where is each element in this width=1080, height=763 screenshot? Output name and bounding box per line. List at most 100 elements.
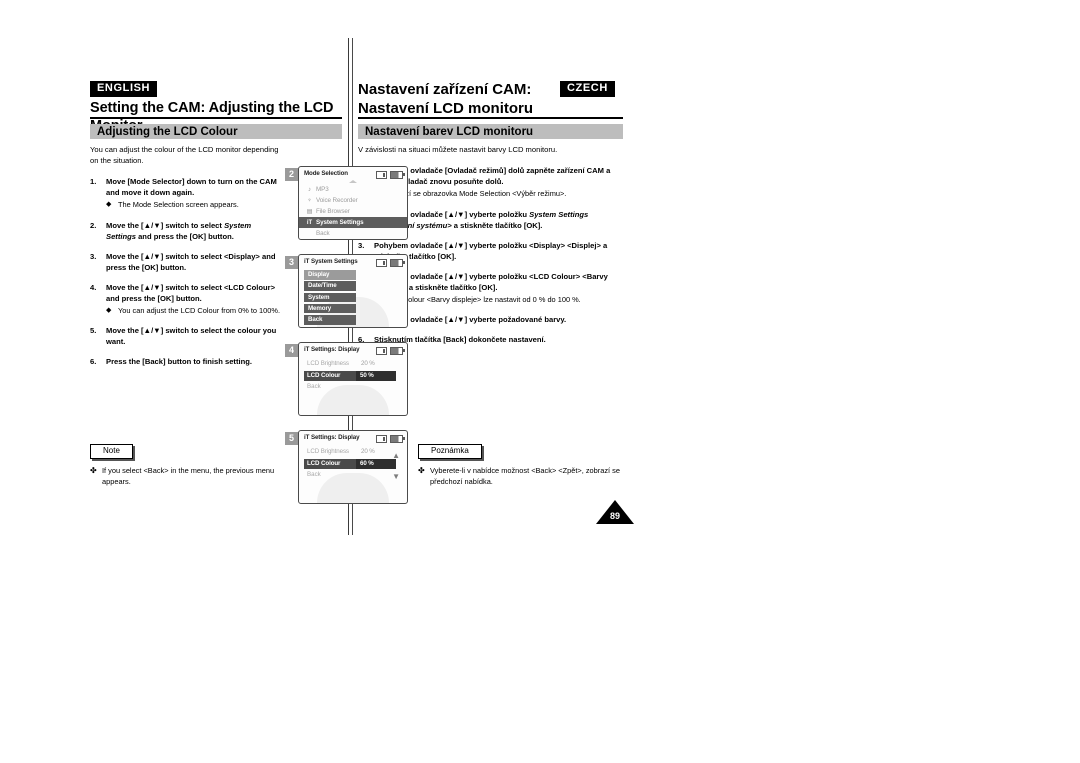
menu-item-label: System Settings bbox=[316, 219, 364, 226]
battery-icon bbox=[390, 434, 405, 443]
battery-icon bbox=[390, 258, 405, 267]
setting-value: 20 % bbox=[361, 447, 375, 455]
step-subnote: ◆ LCD Colour <Barvy displeje> lze nastav… bbox=[374, 295, 623, 306]
battery-icon bbox=[390, 170, 405, 179]
menu-item-memory[interactable]: Memory bbox=[304, 303, 356, 314]
language-badge-czech: CZECH bbox=[560, 81, 615, 97]
card-icon bbox=[376, 170, 387, 179]
decrease-arrow-icon[interactable]: ▼ bbox=[392, 470, 400, 483]
menu-item-file-browser[interactable]: ▤ File Browser bbox=[299, 206, 407, 217]
settings-rows: LCD Brightness 20 % LCD Colour 60 % Back bbox=[304, 446, 402, 478]
menu-item-label: MP3 bbox=[316, 186, 329, 193]
screen-index-2: 2 bbox=[285, 168, 298, 181]
connector-line bbox=[352, 240, 353, 254]
step-subnote-text: You can adjust the LCD Colour from 0% to… bbox=[118, 305, 281, 315]
card-icon bbox=[376, 434, 387, 443]
screen-title: iT Settings: Display bbox=[304, 346, 360, 353]
diamond-bullet-icon: ◆ bbox=[106, 306, 112, 314]
settings-icon: iT bbox=[304, 258, 310, 265]
step-item: 3. Move the [▲/▼] switch to select <Disp… bbox=[90, 251, 282, 273]
note-box-english: Note ✤ If you select <Back> in the menu,… bbox=[90, 440, 290, 487]
settings-rows: LCD Brightness 20 % LCD Colour 50 % Back bbox=[304, 358, 402, 390]
increase-arrow-icon[interactable]: ▲ bbox=[392, 449, 400, 462]
settings-icon: iT bbox=[306, 219, 313, 226]
setting-row-lcd-colour[interactable]: LCD Colour 60 % bbox=[304, 458, 402, 469]
setting-label: LCD Colour bbox=[304, 458, 356, 469]
screen-title: iT Settings: Display bbox=[304, 434, 360, 441]
music-note-icon: ♪ bbox=[308, 186, 311, 193]
menu-item-back[interactable]: Back bbox=[304, 471, 402, 478]
page-title-czech-line1: Nastavení zařízení CAM: bbox=[358, 81, 532, 98]
connector-line bbox=[352, 328, 353, 342]
device-screen-system-settings: iT System Settings Display Date/Time Sys… bbox=[298, 254, 408, 328]
step-item: 5. Move the [▲/▼] switch to select the c… bbox=[90, 325, 282, 347]
step-text: Move [Mode Selector] down to turn on the… bbox=[106, 177, 277, 197]
step-number: 6. bbox=[90, 357, 97, 367]
language-badge-english: ENGLISH bbox=[90, 81, 158, 97]
setting-row-lcd-brightness[interactable]: LCD Brightness 20 % bbox=[304, 358, 402, 369]
setting-row-lcd-colour[interactable]: LCD Colour 50 % bbox=[304, 370, 402, 381]
step-item: 4. Move the [▲/▼] switch to select <LCD … bbox=[90, 282, 282, 317]
note-label-czech: Poznámka bbox=[418, 444, 482, 459]
note-box-czech: Poznámka ✤ Vyberete-li v nabídce možnost… bbox=[418, 440, 623, 487]
menu-item-back[interactable]: Back bbox=[299, 228, 407, 239]
connector-line bbox=[352, 416, 353, 430]
menu-item-voice-recorder[interactable]: ♆ Voice Recorder bbox=[299, 195, 407, 206]
note-label-english: Note bbox=[90, 444, 133, 459]
screen-title-label: Settings: Display bbox=[310, 346, 360, 353]
connector-line bbox=[352, 504, 353, 535]
menu-item-label: Back bbox=[316, 230, 330, 237]
menu-item-system[interactable]: System bbox=[304, 292, 356, 303]
step-subnote-text: Zobrazí se obrazovka Mode Selection <Výb… bbox=[386, 189, 567, 198]
step-number: 3. bbox=[358, 240, 365, 250]
setting-value: 50 % bbox=[356, 370, 396, 381]
battery-icon bbox=[390, 346, 405, 355]
step-text-part1: Move the [ bbox=[106, 220, 144, 230]
section-heading-czech: Nastavení barev LCD monitoru bbox=[358, 124, 623, 139]
section-heading-english: Adjusting the LCD Colour bbox=[90, 124, 342, 139]
page-title-czech-line2: Nastavení LCD monitoru bbox=[358, 100, 534, 118]
menu-item-label: Voice Recorder bbox=[316, 197, 358, 204]
screen-status-icons bbox=[376, 258, 405, 267]
steps-list-english: 1. Move [Mode Selector] down to turn on … bbox=[90, 176, 282, 367]
value-steppers[interactable]: ▲ ▼ bbox=[392, 449, 400, 483]
step-number: 5. bbox=[90, 326, 97, 336]
page-number-badge: 89 bbox=[596, 500, 634, 524]
screen-status-icons bbox=[376, 170, 405, 179]
step-number: 2. bbox=[90, 220, 97, 230]
menu-item-date-time[interactable]: Date/Time bbox=[304, 281, 356, 291]
screen-index-4: 4 bbox=[285, 344, 298, 357]
diamond-bullet-icon: ◆ bbox=[106, 201, 112, 208]
screen-index-3: 3 bbox=[285, 256, 298, 269]
screen-index-5: 5 bbox=[285, 432, 298, 445]
screen-title: Mode Selection bbox=[304, 170, 348, 177]
screen-title-label: Settings: Display bbox=[310, 434, 360, 441]
setting-label: LCD Brightness bbox=[307, 359, 349, 367]
device-screen-settings-display-adjust: iT Settings: Display LCD Brightness 20 %… bbox=[298, 430, 408, 504]
step-number: 4. bbox=[90, 282, 97, 292]
screen-title-label: System Settings bbox=[310, 258, 358, 265]
settings-icon: iT bbox=[304, 346, 310, 353]
step-subnote: ◆ You can adjust the LCD Colour from 0% … bbox=[106, 306, 282, 317]
setting-value: 20 % bbox=[361, 359, 375, 367]
step-text-part2: ] switch to select bbox=[160, 220, 225, 230]
up-arrow-icon: ▲ bbox=[143, 220, 152, 230]
setting-row-lcd-brightness[interactable]: LCD Brightness 20 % bbox=[304, 446, 402, 457]
screen-status-icons bbox=[376, 434, 405, 443]
screen-title: iT System Settings bbox=[304, 258, 358, 265]
setting-label: LCD Colour bbox=[304, 370, 356, 381]
menu-item-mp3[interactable]: ♪ MP3 bbox=[299, 184, 407, 195]
step-subnote: ◆ Zobrazí se obrazovka Mode Selection <V… bbox=[374, 189, 623, 200]
note-text-english-wrap: ✤ If you select <Back> in the menu, the … bbox=[90, 466, 290, 487]
step-number: 3. bbox=[90, 251, 97, 261]
menu-item-system-settings[interactable]: iT System Settings bbox=[299, 217, 407, 228]
menu-item-back[interactable]: Back bbox=[304, 383, 402, 390]
step-subnote: ◆ The Mode Selection screen appears. bbox=[106, 200, 282, 211]
step-item: 1. Move [Mode Selector] down to turn on … bbox=[90, 176, 282, 211]
screen-menu-list: ♪ MP3 ♆ Voice Recorder ▤ File Browser iT… bbox=[299, 184, 407, 239]
microphone-icon: ♆ bbox=[307, 197, 312, 204]
screen-status-icons bbox=[376, 346, 405, 355]
note-text-czech-wrap: ✤ Vyberete-li v nabídce možnost <Back> <… bbox=[418, 466, 623, 487]
menu-item-display[interactable]: Display bbox=[304, 270, 356, 280]
menu-item-back[interactable]: Back bbox=[304, 315, 356, 325]
